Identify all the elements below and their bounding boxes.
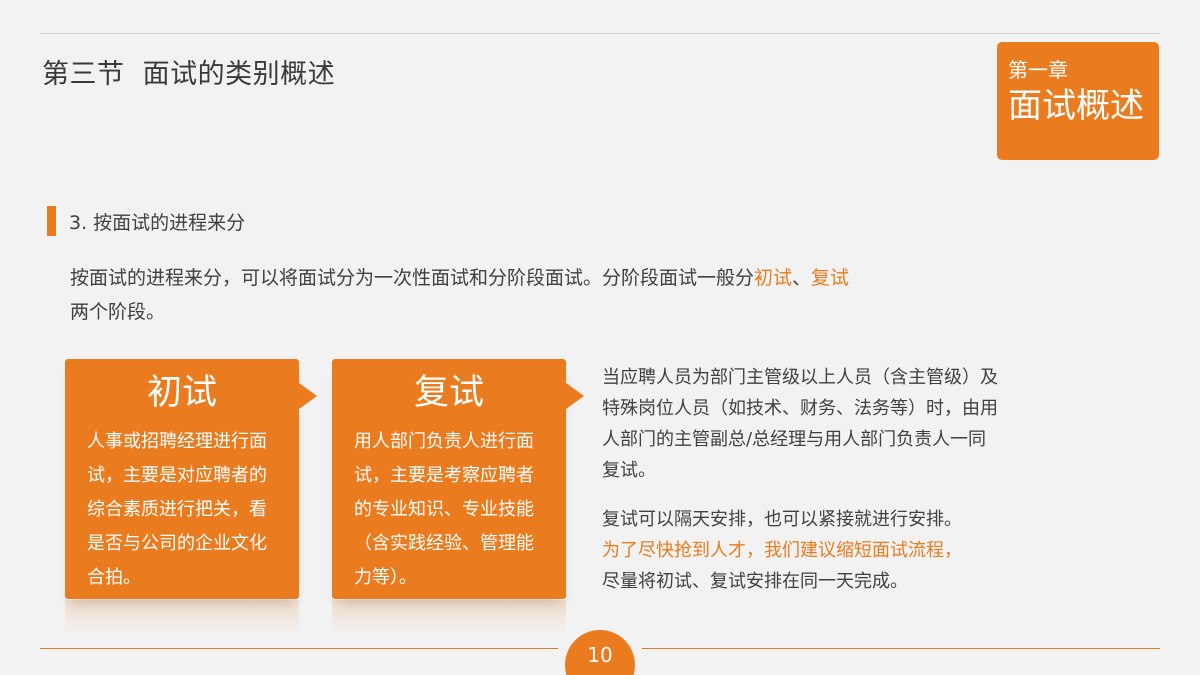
side-text: 复试可以隔天安排，也可以紧接就进行安排。 xyxy=(602,509,962,530)
intro-text: 按面试的进程来分，可以将面试分为一次性面试和分阶段面试。分阶段面试一般分 xyxy=(70,267,755,289)
card-title: 复试 xyxy=(413,373,484,413)
side-paragraph-2: 复试可以隔天安排，也可以紧接就进行安排。 为了尽快抢到人才，我们建议缩短面试流程，… xyxy=(602,504,1002,597)
side-text-end: 尽量将初试、复试安排在同一天完成。 xyxy=(602,571,908,592)
card-reflection xyxy=(65,600,299,634)
footer-divider-right xyxy=(642,648,1160,649)
top-divider xyxy=(40,33,1160,34)
intro-highlight-second: 复试 xyxy=(811,267,850,289)
card-first-interview: 初试 人事或招聘经理进行面试，主要是对应聘者的综合素质进行把关，看是否与公司的企… xyxy=(65,359,299,599)
intro-text-end: 两个阶段。 xyxy=(70,301,166,323)
arrow-right-icon xyxy=(566,383,584,409)
intro-highlight-first: 初试 xyxy=(754,267,793,289)
chapter-badge: 第一章 面试概述 xyxy=(997,42,1159,160)
page-number: 10 xyxy=(565,630,635,675)
arrow-right-icon xyxy=(299,383,317,409)
card-second-interview: 复试 用人部门负责人进行面试，主要是考察应聘者的专业知识、专业技能（含实践经验、… xyxy=(332,359,566,599)
card-body: 用人部门负责人进行面试，主要是考察应聘者的专业知识、专业技能（含实践经验、管理能… xyxy=(354,431,534,588)
side-highlight: 为了尽快抢到人才，我们建议缩短面试流程， xyxy=(602,540,962,561)
chapter-name: 面试概述 xyxy=(1008,86,1144,126)
chapter-label: 第一章 xyxy=(1008,58,1068,82)
footer-divider-left xyxy=(40,648,558,649)
intro-paragraph: 按面试的进程来分，可以将面试分为一次性面试和分阶段面试。分阶段面试一般分初试、复… xyxy=(70,261,1000,329)
intro-separator: 、 xyxy=(792,267,812,289)
card-body: 人事或招聘经理进行面试，主要是对应聘者的综合素质进行把关，看是否与公司的企业文化… xyxy=(87,431,267,588)
card-title: 初试 xyxy=(146,373,217,413)
subheading: 3. 按面试的进程来分 xyxy=(69,212,246,234)
section-title: 第三节 面试的类别概述 xyxy=(42,59,336,90)
subheading-accent-bar xyxy=(47,206,56,236)
side-paragraph-1: 当应聘人员为部门主管级以上人员（含主管级）及特殊岗位人员（如技术、财务、法务等）… xyxy=(602,367,998,481)
card-reflection xyxy=(332,600,566,634)
